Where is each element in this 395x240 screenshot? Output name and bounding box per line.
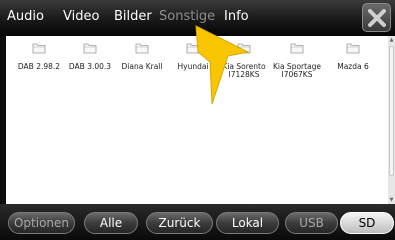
folder-label: DAB 2.98.2: [17, 62, 61, 71]
tab-audio[interactable]: Audio: [7, 9, 44, 25]
sd-button[interactable]: SD: [340, 212, 394, 234]
folder-icon: [32, 43, 46, 54]
scrollbar[interactable]: ▲ ▼: [388, 36, 395, 204]
folder-item[interactable]: Kia Sportage I7067KS: [269, 36, 325, 79]
folder-item[interactable]: DAB 2.98.2: [11, 36, 67, 71]
close-icon: [368, 9, 386, 27]
alle-button[interactable]: Alle: [84, 212, 138, 234]
lokal-button[interactable]: Lokal: [216, 212, 279, 234]
optionen-button[interactable]: Optionen: [8, 212, 75, 234]
bottom-bar: Optionen Alle Zurück Lokal USB SD: [0, 204, 395, 240]
scroll-thumb[interactable]: [389, 46, 394, 176]
folder-icon: [135, 43, 149, 54]
folder-label: Diana Krall: [121, 62, 163, 71]
folder-label: Mazda 6: [337, 62, 369, 71]
tab-video[interactable]: Video: [63, 9, 99, 25]
usb-button[interactable]: USB: [285, 212, 338, 234]
folder-label: Kia Sportage I7067KS: [272, 62, 322, 79]
close-button[interactable]: [362, 3, 391, 32]
folder-label: DAB 3.00.3: [68, 62, 112, 71]
zurueck-button[interactable]: Zurück: [146, 212, 213, 234]
folder-item[interactable]: Mazda 6: [325, 36, 381, 71]
folder-icon: [83, 43, 97, 54]
folder-icon: [290, 43, 304, 54]
scroll-up-icon[interactable]: ▲: [388, 36, 395, 44]
tab-bilder[interactable]: Bilder: [114, 9, 152, 25]
folder-item[interactable]: Diana Krall: [114, 36, 170, 71]
folder-icon: [346, 43, 360, 54]
folder-item[interactable]: DAB 3.00.3: [62, 36, 118, 71]
arrow-pointer-icon: [195, 25, 250, 105]
scroll-down-icon[interactable]: ▼: [388, 196, 395, 204]
